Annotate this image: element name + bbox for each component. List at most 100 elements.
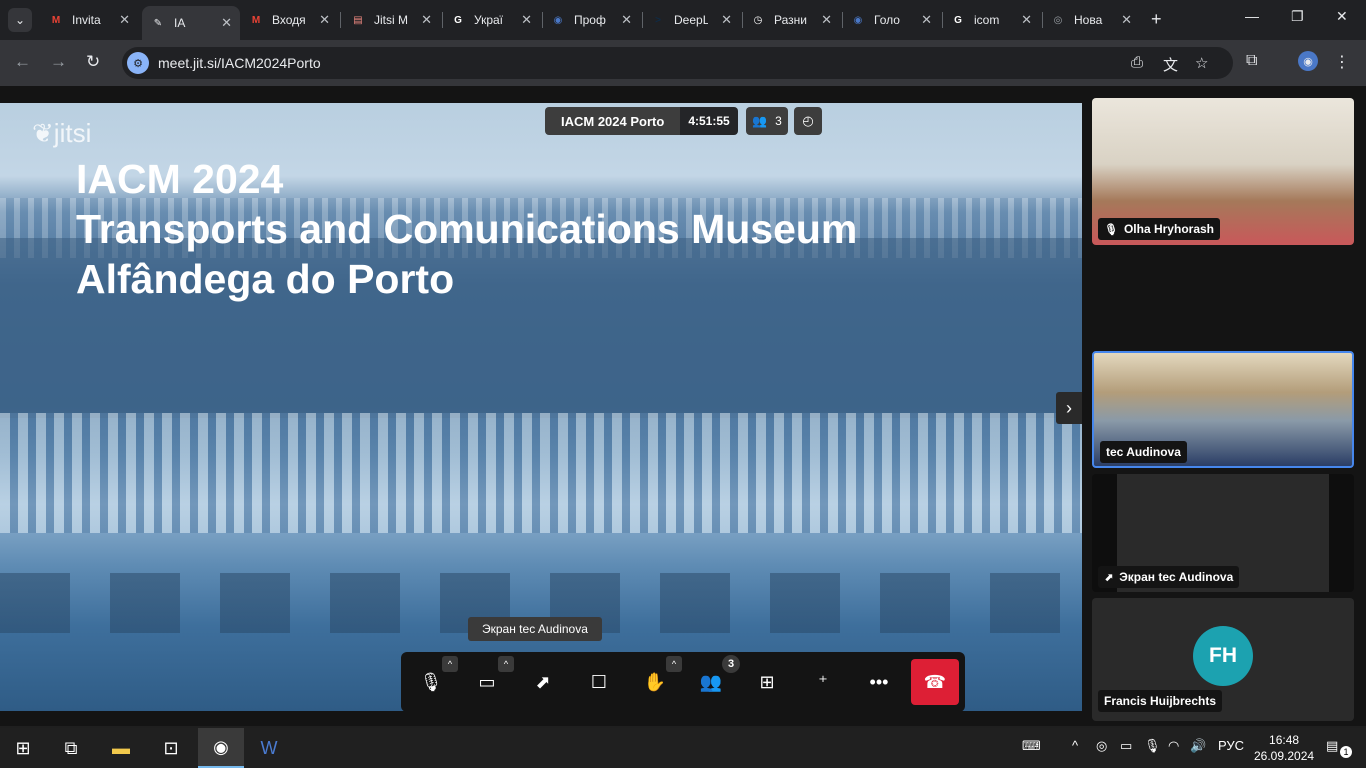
reactions-caret[interactable]: ^ — [666, 656, 682, 672]
document-icon: ▤ — [353, 14, 363, 26]
audio-settings-caret[interactable]: ^ — [442, 656, 458, 672]
screen-share-button[interactable]: ⬈ — [527, 666, 559, 698]
slide-title-line2: Transports and Comunications Museum — [76, 206, 858, 252]
browser-tab[interactable]: ◎ Нова ✕ — [1042, 6, 1140, 34]
close-window-button[interactable]: ✕ — [1336, 8, 1348, 25]
tab-close-icon[interactable]: ✕ — [915, 12, 932, 28]
wifi-icon[interactable]: ◠ — [1168, 738, 1179, 754]
tab-close-icon[interactable]: ✕ — [515, 12, 532, 28]
tab-close-icon[interactable]: ✕ — [715, 12, 732, 28]
participants-count-button[interactable]: 👥 3 — [746, 107, 788, 135]
invite-button[interactable]: ⁺ — [807, 666, 839, 698]
store-icon[interactable]: ⊡ — [148, 728, 194, 768]
mic-muted-icon: 🎙 — [1104, 223, 1118, 236]
start-button[interactable]: ⊞ — [0, 728, 46, 768]
keyboard-icon[interactable]: ⌨ — [1022, 738, 1041, 754]
browser-tab[interactable]: G Украї ✕ — [442, 6, 540, 34]
video-settings-caret[interactable]: ^ — [498, 656, 514, 672]
word-taskbar-icon[interactable]: W — [246, 728, 292, 768]
extensions-icon[interactable]: ⧉ — [1246, 52, 1257, 70]
tab-close-icon[interactable]: ✕ — [313, 12, 330, 28]
chrome-taskbar-icon[interactable]: ◉ — [198, 728, 244, 768]
profile-avatar[interactable]: ◉ — [1298, 51, 1318, 71]
participant-name-tag: tec Audinova — [1100, 441, 1187, 463]
microphone-tray-icon[interactable]: 🎙 — [1144, 738, 1161, 754]
participant-name: Olha Hryhorash — [1123, 222, 1214, 236]
new-tab-button[interactable]: + — [1151, 9, 1162, 30]
system-clock[interactable]: 16:48 26.09.2024 — [1254, 732, 1314, 764]
tab-close-icon[interactable]: ✕ — [1115, 12, 1132, 28]
input-language[interactable]: РУС — [1218, 738, 1244, 753]
tile-view-button[interactable]: ⊞ — [751, 666, 783, 698]
tab-close-icon[interactable]: ✕ — [1015, 12, 1032, 28]
hangup-button[interactable]: ☎ — [911, 659, 959, 705]
tab-search-button[interactable]: ⌄ — [8, 8, 32, 32]
participants-badge: 3 — [722, 655, 740, 673]
maximize-button[interactable]: ❐ — [1291, 8, 1304, 25]
tab-close-icon[interactable]: ✕ — [113, 12, 130, 28]
chrome-icon: ◎ — [1053, 14, 1063, 26]
notifications-icon[interactable]: ▤ — [1326, 738, 1338, 754]
slide-buildings — [0, 413, 1082, 533]
notification-badge: 1 — [1340, 746, 1352, 758]
minimize-button[interactable]: — — [1245, 8, 1259, 24]
browser-tab[interactable]: ◉ Проф ✕ — [542, 6, 640, 34]
translate-icon[interactable]: 文 — [1163, 54, 1178, 75]
connection-speed-icon[interactable]: ◴ — [794, 107, 822, 135]
jitsi-logo-mark-icon: ❦ — [32, 118, 54, 148]
battery-icon[interactable]: ▭ — [1120, 738, 1132, 754]
participant-name: Francis Huijbrechts — [1104, 694, 1217, 708]
browser-tab[interactable]: ▤ Jitsi M ✕ — [342, 6, 440, 34]
browser-tab[interactable]: M Входя ✕ — [240, 6, 338, 34]
participant-tile-2[interactable]: tec Audinova — [1092, 351, 1354, 468]
browser-tab[interactable]: ◉ Голо ✕ — [842, 6, 940, 34]
screen-share-tile[interactable]: ⬈ Экран tec Audinova — [1092, 474, 1354, 592]
more-options-button[interactable]: ••• — [863, 666, 895, 698]
meeting-info-pill: IACM 2024 Porto 4:51:55 — [545, 107, 738, 135]
browser-tab[interactable]: ✎ IA ✕ — [142, 6, 240, 40]
tab-close-icon[interactable]: ✕ — [415, 12, 432, 28]
back-button[interactable]: ← — [14, 52, 31, 72]
tab-title: Нова — [1074, 13, 1103, 27]
browser-tab[interactable]: > DeepL ✕ — [642, 6, 740, 34]
filmstrip-toggle-button[interactable]: › — [1056, 392, 1082, 424]
browser-tab[interactable]: ◷ Разни ✕ — [742, 6, 840, 34]
file-explorer-icon[interactable]: ▬ — [98, 728, 144, 768]
participant-tile-4[interactable]: FH Francis Huijbrechts — [1092, 598, 1354, 721]
google-icon: G — [454, 14, 462, 26]
forward-button[interactable]: → — [50, 52, 67, 72]
meeting-toolbar: 🎙 ^ ▭ ^ ⬈ ☐ ✋ ^ 👥 3 ⊞ ⁺ ••• ☎ — [401, 652, 965, 712]
install-app-icon[interactable]: ⎙ — [1131, 54, 1143, 71]
slide-title-line3: Alfândega do Porto — [76, 256, 455, 302]
globe-icon: ◉ — [853, 14, 863, 26]
task-view-icon[interactable]: ⧉ — [48, 728, 94, 768]
tab-title: DeepL — [674, 13, 708, 27]
participants-icon: 👥 — [752, 114, 768, 128]
filmstrip: 🎙 Olha Hryhorash tec Audinova ⬈ Экран te… — [1082, 86, 1366, 726]
tab-close-icon[interactable]: ✕ — [815, 12, 832, 28]
meet-now-icon[interactable]: ◎ — [1096, 738, 1107, 754]
address-bar[interactable]: ⚙ meet.jit.si/IACM2024Porto ⎙ 文 ☆ — [122, 47, 1233, 79]
tab-title: Invita — [72, 13, 101, 27]
reload-button[interactable]: ↻ — [86, 52, 100, 72]
tab-title: Входя — [272, 13, 306, 27]
menu-kebab-icon[interactable]: ⋮ — [1334, 52, 1350, 72]
gmail-icon: M — [51, 14, 61, 26]
tab-close-icon[interactable]: ✕ — [615, 12, 632, 28]
participant-name: Экран tec Audinova — [1119, 570, 1234, 584]
chat-button[interactable]: ☐ — [583, 666, 615, 698]
tab-title: Голо — [874, 13, 900, 27]
site-info-icon[interactable]: ⚙ — [127, 52, 149, 74]
clock-icon: ◷ — [753, 14, 763, 26]
browser-tab[interactable]: Gicom ✕ — [942, 6, 1040, 34]
tab-title: Проф — [574, 13, 606, 27]
bookmark-star-icon[interactable]: ☆ — [1195, 54, 1208, 72]
tab-close-icon[interactable]: ✕ — [215, 15, 232, 31]
avatar: FH — [1193, 626, 1253, 686]
participants-button[interactable]: 👥 — [695, 666, 727, 698]
volume-icon[interactable]: 🔊 — [1190, 738, 1206, 754]
tray-overflow-icon[interactable]: ^ — [1072, 738, 1078, 753]
browser-tab[interactable]: M Invita ✕ — [40, 6, 138, 34]
tab-separator — [340, 12, 341, 28]
participant-tile-1[interactable]: 🎙 Olha Hryhorash — [1092, 98, 1354, 245]
